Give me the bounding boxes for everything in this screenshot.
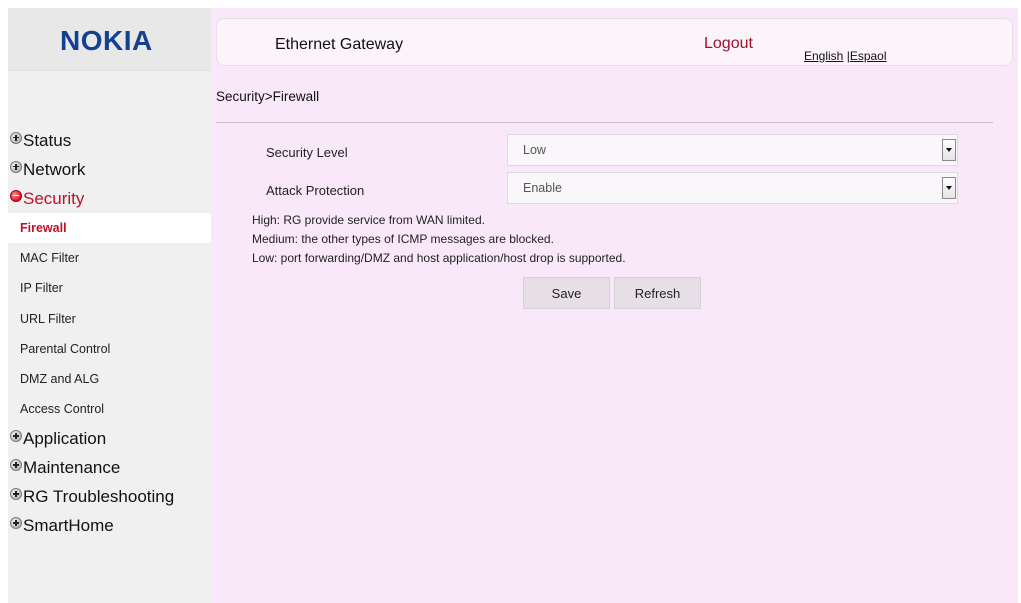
- sidebar-item-smarthome[interactable]: SmartHome: [8, 511, 211, 540]
- sidebar-item-label: SmartHome: [23, 515, 114, 535]
- chevron-down-icon[interactable]: [942, 139, 956, 161]
- expand-plus-icon: [10, 131, 22, 144]
- sidebar-subitem-access-control[interactable]: Access Control: [8, 394, 211, 425]
- sidebar-item-label: Network: [23, 159, 86, 179]
- attack-protection-select[interactable]: Enable: [507, 172, 958, 204]
- sidebar-item-security[interactable]: Security: [8, 184, 211, 213]
- description-high: High: RG provide service from WAN limite…: [252, 213, 485, 227]
- security-level-label: Security Level: [266, 145, 348, 160]
- security-level-select[interactable]: Low: [507, 134, 958, 166]
- sidebar-item-status[interactable]: Status: [8, 126, 211, 155]
- main-content: Ethernet Gateway Logout English |Espaol …: [211, 8, 1021, 603]
- description-medium: Medium: the other types of ICMP messages…: [252, 232, 554, 246]
- sidebar-subitem-parental-control[interactable]: Parental Control: [8, 333, 211, 364]
- attack-protection-label: Attack Protection: [266, 183, 365, 198]
- attack-protection-value: Enable: [523, 181, 562, 195]
- lang-english-link[interactable]: English: [804, 49, 843, 63]
- sidebar-subitem-url-filter[interactable]: URL Filter: [8, 303, 211, 334]
- expand-plus-icon: [10, 516, 22, 529]
- description-low: Low: port forwarding/DMZ and host applic…: [252, 251, 626, 265]
- expand-plus-icon: [10, 429, 22, 442]
- sidebar: NOKIA Status Network Security Firewall M…: [8, 8, 211, 603]
- breadcrumb: Security>Firewall: [216, 89, 320, 104]
- sidebar-item-maintenance[interactable]: Maintenance: [8, 453, 211, 482]
- expand-plus-icon: [10, 458, 22, 471]
- sidebar-subitem-firewall[interactable]: Firewall: [8, 213, 211, 244]
- language-switcher: English |Espaol: [804, 49, 887, 63]
- sidebar-item-label: Status: [23, 130, 72, 150]
- logout-link[interactable]: Logout: [704, 35, 753, 53]
- gateway-title: Ethernet Gateway: [275, 36, 404, 53]
- sidebar-item-label: Maintenance: [23, 457, 121, 477]
- divider: [216, 122, 993, 123]
- sidebar-item-rg-troubleshooting[interactable]: RG Troubleshooting: [8, 482, 211, 511]
- header-bar: Ethernet Gateway Logout English |Espaol: [216, 18, 1013, 66]
- sidebar-menu: Status Network Security Firewall MAC Fil…: [8, 126, 211, 540]
- sidebar-subitem-dmz-alg[interactable]: DMZ and ALG: [8, 363, 211, 395]
- chevron-down-icon[interactable]: [942, 177, 956, 199]
- sidebar-item-application[interactable]: Application: [8, 424, 211, 453]
- nokia-logo: NOKIA: [60, 25, 153, 56]
- expand-plus-icon: [10, 487, 22, 500]
- sidebar-subitem-ip-filter[interactable]: IP Filter: [8, 273, 211, 304]
- sidebar-item-label: Application: [23, 428, 107, 448]
- sidebar-item-label: Security: [23, 188, 85, 208]
- page: NOKIA Status Network Security Firewall M…: [0, 0, 1021, 603]
- logo-box: NOKIA: [8, 8, 211, 71]
- sidebar-item-network[interactable]: Network: [8, 155, 211, 184]
- sidebar-subitem-mac-filter[interactable]: MAC Filter: [8, 243, 211, 274]
- sidebar-item-label: RG Troubleshooting: [23, 486, 175, 506]
- refresh-button[interactable]: Refresh: [614, 277, 701, 309]
- save-button[interactable]: Save: [523, 277, 610, 309]
- security-level-value: Low: [523, 143, 546, 157]
- collapse-minus-icon: [10, 189, 22, 202]
- lang-espanol-link[interactable]: Espaol: [850, 49, 887, 63]
- expand-plus-icon: [10, 160, 22, 173]
